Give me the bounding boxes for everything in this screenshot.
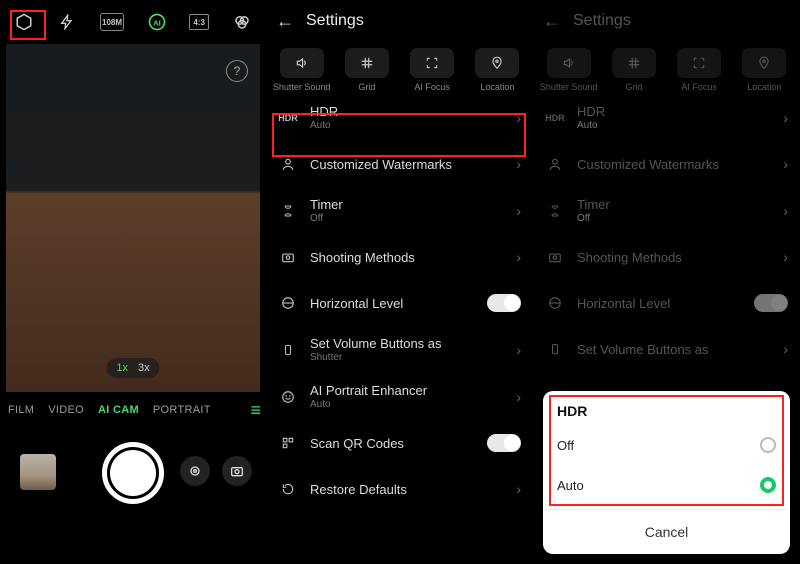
timer-icon — [278, 204, 298, 218]
mode-more-icon[interactable]: ≡ — [250, 400, 258, 421]
zoom-3x[interactable]: 3x — [138, 362, 150, 374]
camera-screen: 108M AI 4:3 ? 1x 3x FILM VIDEO AI CAM PO… — [0, 0, 266, 564]
chevron-right-icon: › — [516, 156, 521, 172]
quick-settings-row: Shutter Sound Grid AI Focus Location — [533, 42, 800, 94]
row-watermarks: Customized Watermarks › — [533, 141, 800, 187]
chevron-right-icon: › — [516, 203, 521, 219]
toggle-scan-qr[interactable] — [487, 434, 521, 452]
camera-viewfinder[interactable]: ? 1x 3x — [6, 44, 260, 392]
level-icon — [545, 296, 565, 310]
filter-icon[interactable] — [231, 8, 252, 36]
shutter-button[interactable] — [102, 442, 164, 504]
watermark-icon — [545, 157, 565, 171]
ai-icon[interactable]: AI — [146, 8, 167, 36]
settings-title: Settings — [573, 12, 631, 30]
settings-screen-with-sheet: ← Settings Shutter Sound Grid AI Focus L… — [533, 0, 800, 564]
gallery-thumbnail[interactable] — [20, 454, 56, 490]
quick-grid: Grid — [604, 48, 663, 92]
settings-list: HDR HDRAuto › Customized Watermarks › Ti… — [533, 94, 800, 372]
phone-icon — [545, 341, 565, 357]
radio-auto[interactable] — [760, 477, 776, 493]
mode-film[interactable]: FILM — [8, 404, 34, 416]
watermark-icon — [278, 157, 298, 171]
face-icon — [278, 390, 298, 404]
help-icon[interactable]: ? — [226, 60, 248, 82]
toggle-horizontal-level[interactable] — [487, 294, 521, 312]
hdr-option-auto[interactable]: Auto — [543, 465, 790, 505]
row-hdr: HDR HDRAuto › — [533, 94, 800, 141]
highlight-settings-icon — [10, 10, 46, 40]
flash-icon[interactable] — [57, 8, 78, 36]
settings-header: ← Settings — [266, 0, 533, 42]
chevron-right-icon: › — [516, 249, 521, 265]
chevron-right-icon: › — [516, 342, 521, 358]
hdr-action-sheet: HDR Off Auto Cancel — [543, 391, 790, 554]
highlight-hdr-row — [272, 113, 526, 157]
chevron-right-icon: › — [783, 110, 788, 126]
quick-grid[interactable]: Grid — [337, 48, 396, 92]
row-horizontal-level: Horizontal Level — [533, 280, 800, 326]
lens-button[interactable] — [180, 456, 210, 486]
chevron-right-icon: › — [783, 203, 788, 219]
row-shooting-methods[interactable]: Shooting Methods › — [266, 234, 533, 280]
back-icon[interactable]: ← — [276, 11, 294, 32]
quick-settings-row: Shutter Sound Grid AI Focus Location — [266, 42, 533, 94]
sheet-cancel-button[interactable]: Cancel — [543, 509, 790, 554]
svg-text:AI: AI — [153, 18, 161, 27]
chevron-right-icon: › — [516, 389, 521, 405]
row-timer: TimerOff › — [533, 187, 800, 234]
chevron-right-icon: › — [516, 481, 521, 497]
camera-modes: FILM VIDEO AI CAM PORTRAIT ≡ — [0, 392, 266, 428]
row-volume-buttons: Set Volume Buttons as › — [533, 326, 800, 372]
sheet-title: HDR — [543, 391, 790, 425]
mode-video[interactable]: VIDEO — [48, 404, 84, 416]
row-horizontal-level[interactable]: Horizontal Level — [266, 280, 533, 326]
row-ai-portrait[interactable]: AI Portrait EnhancerAuto › — [266, 373, 533, 420]
row-restore-defaults[interactable]: Restore Defaults › — [266, 466, 533, 512]
qr-icon — [278, 436, 298, 450]
chevron-right-icon: › — [783, 156, 788, 172]
chevron-right-icon: › — [783, 341, 788, 357]
quick-location[interactable]: Location — [468, 48, 527, 92]
back-icon[interactable]: ← — [543, 11, 561, 32]
settings-header: ← Settings — [533, 0, 800, 42]
row-shooting-methods: Shooting Methods › — [533, 234, 800, 280]
settings-title: Settings — [306, 12, 364, 30]
mode-portrait[interactable]: PORTRAIT — [153, 404, 211, 416]
timer-icon — [545, 204, 565, 218]
camera-bottombar — [0, 428, 266, 538]
zoom-selector[interactable]: 1x 3x — [106, 358, 159, 378]
toggle-horizontal-level — [754, 294, 788, 312]
hdr-option-off[interactable]: Off — [543, 425, 790, 465]
aspect-ratio-icon[interactable]: 4:3 — [189, 14, 209, 30]
quick-shutter-sound[interactable]: Shutter Sound — [272, 48, 331, 92]
camera-icon — [545, 250, 565, 264]
phone-icon — [278, 342, 298, 358]
row-timer[interactable]: TimerOff › — [266, 187, 533, 234]
chevron-right-icon: › — [783, 249, 788, 265]
quick-location: Location — [735, 48, 794, 92]
restore-icon — [278, 482, 298, 496]
zoom-1x[interactable]: 1x — [116, 362, 128, 374]
radio-off[interactable] — [760, 437, 776, 453]
quick-ai-focus: AI Focus — [670, 48, 729, 92]
hdr-icon: HDR — [545, 113, 565, 123]
quick-ai-focus[interactable]: AI Focus — [403, 48, 462, 92]
settings-screen: ← Settings Shutter Sound Grid AI Focus L… — [266, 0, 533, 564]
switch-camera-button[interactable] — [222, 456, 252, 486]
megapixel-toggle[interactable]: 108M — [100, 13, 124, 31]
row-volume-buttons[interactable]: Set Volume Buttons asShutter › — [266, 326, 533, 373]
quick-shutter-sound: Shutter Sound — [539, 48, 598, 92]
mode-aicam[interactable]: AI CAM — [98, 404, 139, 416]
level-icon — [278, 296, 298, 310]
row-scan-qr[interactable]: Scan QR Codes — [266, 420, 533, 466]
camera-icon — [278, 250, 298, 264]
